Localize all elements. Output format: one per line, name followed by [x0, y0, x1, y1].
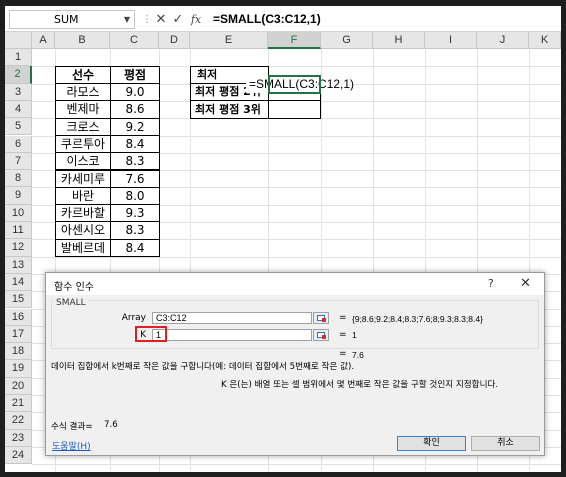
- row-header-17[interactable]: 17: [5, 325, 32, 344]
- column-header-c[interactable]: C: [110, 32, 159, 49]
- player-cell[interactable]: 발베르데: [55, 238, 111, 257]
- row-header-14[interactable]: 14: [5, 273, 32, 292]
- dialog-title: 함수 인수: [54, 282, 94, 293]
- player-cell[interactable]: 쿠르투아: [55, 134, 111, 154]
- array-result: {9;8.6;9.2;8.4;8.3;7.6;8;9.3;8.3;8.4}: [352, 314, 483, 324]
- rating-cell[interactable]: 8.4: [110, 134, 160, 154]
- k-equals: =: [339, 330, 347, 340]
- column-header-f[interactable]: F: [268, 32, 321, 49]
- row-header-21[interactable]: 21: [5, 395, 32, 413]
- formula-result-label: 수식 결과=: [51, 422, 93, 432]
- array-input[interactable]: C3:C12: [152, 312, 312, 324]
- formula-bar: SUM ▼ ⋮ ✕ ✓ fx =SMALL(C3:C12,1): [5, 6, 561, 32]
- ok-button[interactable]: 확인: [397, 436, 466, 451]
- row-gridline: [32, 464, 561, 466]
- formula-result-value: 7.6: [104, 420, 118, 430]
- column-header-b[interactable]: B: [55, 32, 110, 49]
- player-cell[interactable]: 이스코: [55, 152, 111, 171]
- column-header-g[interactable]: G: [321, 32, 373, 49]
- row-header-24[interactable]: 24: [5, 446, 32, 465]
- cell-f4[interactable]: [268, 100, 321, 119]
- excel-window: SUM ▼ ⋮ ✕ ✓ fx =SMALL(C3:C12,1) A B C D …: [5, 6, 561, 472]
- function-arguments-dialog: 함수 인수 ? ✕ SMALL Array C3:C12 = {9;8.6;9.…: [45, 272, 545, 456]
- rating-cell[interactable]: 8.3: [110, 152, 160, 171]
- row-header-18[interactable]: 18: [5, 343, 32, 361]
- label-lowest-3[interactable]: 최저 평점 3위: [190, 100, 269, 119]
- column-header-i[interactable]: I: [425, 32, 477, 49]
- array-label: Array: [121, 313, 146, 323]
- cancel-button[interactable]: 취소: [471, 436, 540, 451]
- column-header-a[interactable]: A: [32, 32, 55, 49]
- column-header-e[interactable]: E: [190, 32, 268, 49]
- row-header-23[interactable]: 23: [5, 429, 32, 447]
- rating-cell[interactable]: 8.0: [110, 186, 160, 206]
- row-header-2[interactable]: 2: [5, 66, 32, 84]
- player-cell[interactable]: 바란: [55, 186, 111, 206]
- overall-equals: =: [339, 349, 347, 359]
- row-header-9[interactable]: 9: [5, 187, 32, 205]
- row-header-13[interactable]: 13: [5, 256, 32, 274]
- k-highlight-box: [135, 326, 167, 342]
- name-box[interactable]: SUM ▼: [9, 10, 135, 29]
- column-header-d[interactable]: D: [159, 32, 190, 49]
- function-name: SMALL: [54, 298, 88, 308]
- row-header-12[interactable]: 12: [5, 239, 32, 257]
- collapse-dialog-icon[interactable]: [313, 312, 329, 324]
- player-cell[interactable]: 벤제마: [55, 100, 111, 119]
- row-header-5[interactable]: 5: [5, 118, 32, 136]
- cell-f2-editing[interactable]: =SMALL(C3:C12,1): [246, 76, 354, 93]
- rating-cell[interactable]: 8.4: [110, 238, 160, 257]
- header-player[interactable]: 선수: [55, 66, 111, 84]
- row-header-20[interactable]: 20: [5, 377, 32, 395]
- argument-description: K 은(는) 배열 또는 셀 범위에서 몇 번째로 작은 값을 구할 것인지 지…: [221, 380, 499, 390]
- k-result: 1: [352, 330, 357, 340]
- column-header-j[interactable]: J: [477, 32, 529, 49]
- column-header-k[interactable]: K: [529, 32, 561, 49]
- row-header-19[interactable]: 19: [5, 360, 32, 378]
- function-description: 데이터 집합에서 k번째로 작은 값을 구합니다(예: 데이터 집합에서 5번째…: [51, 362, 355, 372]
- name-box-value: SUM: [54, 13, 79, 26]
- insert-function-icon[interactable]: fx: [187, 11, 205, 28]
- enter-icon[interactable]: ✓: [170, 11, 186, 28]
- player-cell[interactable]: 카르바할: [55, 204, 111, 223]
- formula-input[interactable]: =SMALL(C3:C12,1): [213, 10, 559, 29]
- column-header-h[interactable]: H: [373, 32, 425, 49]
- cancel-icon[interactable]: ✕: [153, 11, 169, 28]
- row-header-6[interactable]: 6: [5, 135, 32, 153]
- help-link[interactable]: 도움말(H): [52, 439, 91, 452]
- row-header-10[interactable]: 10: [5, 204, 32, 222]
- row-header-1[interactable]: 1: [5, 49, 32, 67]
- rating-cell[interactable]: 8.6: [110, 100, 160, 119]
- overall-result: 7.6: [352, 350, 364, 360]
- row-header-15[interactable]: 15: [5, 291, 32, 309]
- player-cell[interactable]: 크로스: [55, 117, 111, 136]
- row-header-8[interactable]: 8: [5, 170, 32, 188]
- array-equals: =: [339, 313, 347, 323]
- row-header-3[interactable]: 3: [5, 83, 32, 101]
- select-all-corner[interactable]: [5, 32, 32, 49]
- player-cell[interactable]: 카세미루: [55, 169, 111, 188]
- help-icon[interactable]: ?: [488, 277, 494, 290]
- row-header-11[interactable]: 11: [5, 222, 32, 240]
- arguments-group: [51, 300, 539, 349]
- row-header-16[interactable]: 16: [5, 308, 32, 326]
- header-rating[interactable]: 평점: [110, 66, 160, 84]
- player-cell[interactable]: 아센시오: [55, 221, 111, 240]
- rating-cell[interactable]: 7.6: [110, 169, 160, 188]
- player-cell[interactable]: 라모스: [55, 83, 111, 102]
- k-input[interactable]: 1: [152, 329, 312, 341]
- rating-cell[interactable]: 8.3: [110, 221, 160, 240]
- rating-cell[interactable]: 9.3: [110, 204, 160, 223]
- dialog-titlebar[interactable]: 함수 인수 ? ✕: [46, 273, 544, 295]
- row-header-22[interactable]: 22: [5, 412, 32, 430]
- row-header-7[interactable]: 7: [5, 152, 32, 171]
- close-icon[interactable]: ✕: [520, 276, 531, 291]
- rating-cell[interactable]: 9.0: [110, 83, 160, 102]
- collapse-dialog-k-icon[interactable]: [313, 329, 329, 341]
- chevron-down-icon[interactable]: ▼: [124, 11, 130, 28]
- rating-cell[interactable]: 9.2: [110, 117, 160, 136]
- row-header-4[interactable]: 4: [5, 100, 32, 119]
